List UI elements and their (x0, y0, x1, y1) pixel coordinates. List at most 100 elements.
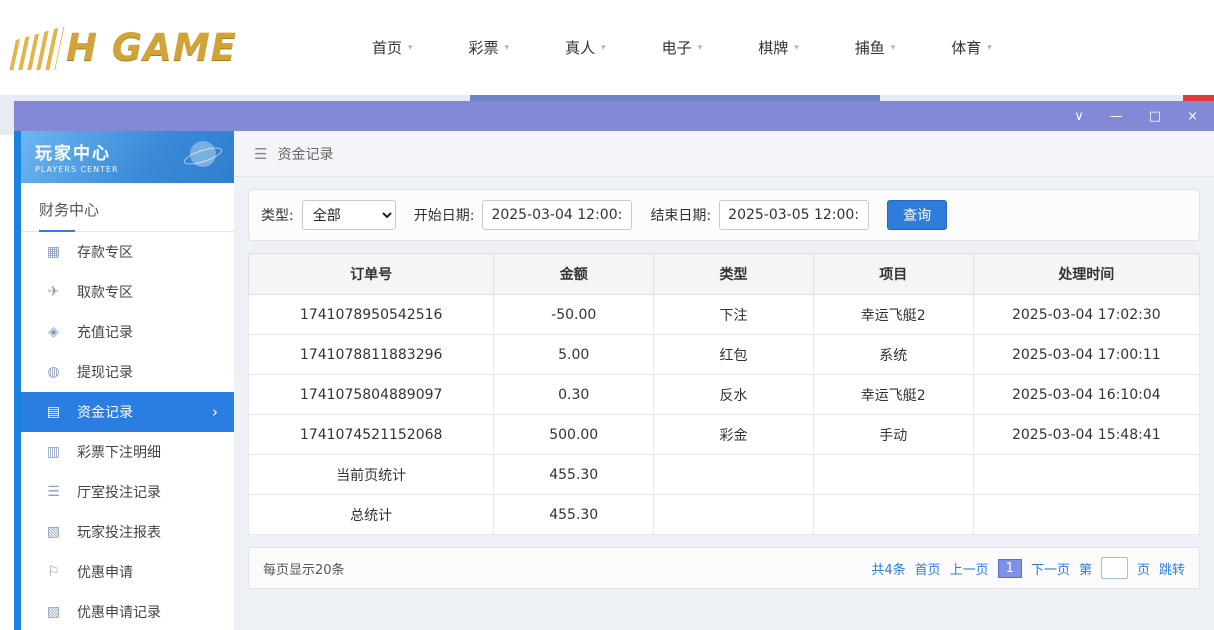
sidebar-item-label: 提现记录 (77, 362, 133, 382)
filter-bar: 类型: 全部 开始日期: 结束日期: 查询 (248, 189, 1200, 241)
sidebar-item-withdrawal-record[interactable]: ◍ 提现记录 (21, 352, 234, 392)
site-logo[interactable]: H GAME (14, 26, 314, 70)
type-select[interactable]: 全部 (302, 200, 396, 230)
sidebar-item-label: 厅室投注记录 (77, 482, 161, 502)
records-table: 订单号 金额 类型 项目 处理时间 1741078950542516 -50.0… (248, 253, 1200, 535)
collapse-icon[interactable]: ∨ (1074, 110, 1084, 123)
pagination-controls: 共4条 首页 上一页 1 下一页 第 页 跳转 (871, 557, 1185, 579)
sidebar-header: 玩家中心 PLAYERS CENTER (21, 131, 234, 183)
sidebar-item-player-bet-report[interactable]: ▧ 玩家投注报表 (21, 512, 234, 552)
table-row-page-summary: 当前页统计 455.30 (249, 455, 1200, 495)
planet-icon (190, 141, 216, 167)
nav-label: 真人 (565, 37, 595, 58)
chevron-down-icon: ▾ (698, 43, 703, 53)
sidebar-item-recharge-record[interactable]: ◈ 充值记录 (21, 312, 234, 352)
cell-order-no: 1741075804889097 (249, 375, 494, 415)
cell-summary-label: 当前页统计 (249, 455, 494, 495)
query-button[interactable]: 查询 (887, 200, 947, 230)
nav-item-cards[interactable]: 棋牌 ▾ (758, 37, 799, 58)
cell-order-no: 1741074521152068 (249, 415, 494, 455)
sidebar-item-label: 资金记录 (77, 402, 133, 422)
breadcrumb: ☰ 资金记录 (234, 131, 1214, 177)
nav-item-home[interactable]: 首页 ▾ (372, 37, 413, 58)
nav-label: 彩票 (469, 37, 499, 58)
end-date-label: 结束日期: (650, 205, 711, 225)
jump-suffix-label: 页 (1137, 559, 1150, 578)
table-row: 1741074521152068 500.00 彩金 手动 2025-03-04… (249, 415, 1200, 455)
sidebar-item-room-bet-record[interactable]: ☰ 厅室投注记录 (21, 472, 234, 512)
chevron-right-icon: › (212, 403, 218, 421)
cell-project: 幸运飞艇2 (813, 295, 973, 335)
pagination-bar: 每页显示20条 共4条 首页 上一页 1 下一页 第 页 跳转 (248, 547, 1200, 589)
first-page-link[interactable]: 首页 (915, 559, 941, 578)
sidebar-item-promo-apply-record[interactable]: ▨ 优惠申请记录 (21, 592, 234, 630)
cell-empty (813, 455, 973, 495)
end-date-input[interactable] (719, 200, 869, 230)
window-body: 玩家中心 PLAYERS CENTER 财务中心 ▦ 存款专区 ✈ 取款专区 ◈… (14, 131, 1214, 630)
table-header-row: 订单号 金额 类型 项目 处理时间 (249, 254, 1200, 295)
cell-summary-label: 总统计 (249, 495, 494, 535)
chevron-down-icon: ▾ (601, 43, 606, 53)
cell-empty (813, 495, 973, 535)
nav-item-fishing[interactable]: 捕鱼 ▾ (855, 37, 896, 58)
sidebar-subtitle: PLAYERS CENTER (35, 165, 220, 174)
page-jump-input[interactable] (1101, 557, 1128, 579)
sidebar-item-lottery-bet-detail[interactable]: ▥ 彩票下注明细 (21, 432, 234, 472)
sidebar: 玩家中心 PLAYERS CENTER 财务中心 ▦ 存款专区 ✈ 取款专区 ◈… (14, 131, 234, 630)
main-content: ☰ 资金记录 类型: 全部 开始日期: 结束日期: 查询 (234, 131, 1214, 630)
table-row-total-summary: 总统计 455.30 (249, 495, 1200, 535)
cell-amount: 500.00 (494, 415, 654, 455)
cell-time: 2025-03-04 15:48:41 (973, 415, 1199, 455)
chevron-down-icon: ▾ (987, 43, 992, 53)
sidebar-item-withdraw-zone[interactable]: ✈ 取款专区 (21, 272, 234, 312)
logo-bars-icon (9, 26, 64, 70)
content-area: 类型: 全部 开始日期: 结束日期: 查询 (234, 177, 1214, 630)
room-bet-record-icon: ☰ (45, 484, 62, 500)
table-row: 1741078950542516 -50.00 下注 幸运飞艇2 2025-03… (249, 295, 1200, 335)
nav-label: 捕鱼 (855, 37, 885, 58)
player-bet-report-icon: ▧ (45, 524, 62, 540)
hamburger-menu-icon[interactable]: ☰ (254, 145, 267, 163)
cell-time: 2025-03-04 17:02:30 (973, 295, 1199, 335)
records-table-panel: 订单号 金额 类型 项目 处理时间 1741078950542516 -50.0… (248, 253, 1200, 535)
sidebar-item-promo-apply[interactable]: ⚐ 优惠申请 (21, 552, 234, 592)
sidebar-item-label: 玩家投注报表 (77, 522, 161, 542)
cell-amount: -50.00 (494, 295, 654, 335)
current-page-button[interactable]: 1 (998, 559, 1022, 578)
start-date-input[interactable] (482, 200, 632, 230)
chevron-down-icon: ▾ (505, 43, 510, 53)
page-title: 资金记录 (277, 144, 333, 164)
cell-project: 手动 (813, 415, 973, 455)
sidebar-item-funds-record[interactable]: ▤ 资金记录 › (21, 392, 234, 432)
close-icon[interactable]: × (1187, 110, 1198, 123)
nav-item-lottery[interactable]: 彩票 ▾ (469, 37, 510, 58)
chevron-down-icon: ▾ (794, 43, 799, 53)
cell-order-no: 1741078811883296 (249, 335, 494, 375)
cell-time: 2025-03-04 17:00:11 (973, 335, 1199, 375)
jump-button[interactable]: 跳转 (1159, 559, 1185, 578)
maximize-icon[interactable]: □ (1149, 110, 1161, 123)
nav-item-live[interactable]: 真人 ▾ (565, 37, 606, 58)
cell-order-no: 1741078950542516 (249, 295, 494, 335)
total-count-text: 共4条 (871, 559, 905, 578)
type-label: 类型: (261, 205, 294, 225)
next-page-link[interactable]: 下一页 (1031, 559, 1070, 578)
window-titlebar: ∨ — □ × (14, 101, 1214, 131)
nav-item-sports[interactable]: 体育 ▾ (951, 37, 992, 58)
cell-type: 反水 (654, 375, 814, 415)
sidebar-item-deposit-zone[interactable]: ▦ 存款专区 (21, 232, 234, 272)
column-header-amount: 金额 (494, 254, 654, 295)
page-size-text: 每页显示20条 (263, 559, 345, 578)
promo-apply-icon: ⚐ (45, 564, 62, 580)
funds-record-icon: ▤ (45, 404, 62, 420)
nav-label: 首页 (372, 37, 402, 58)
recharge-record-icon: ◈ (45, 324, 62, 340)
sidebar-menu: ▦ 存款专区 ✈ 取款专区 ◈ 充值记录 ◍ 提现记录 ▤ 资金记录 (21, 232, 234, 630)
promo-apply-record-icon: ▨ (45, 604, 62, 620)
minimize-icon[interactable]: — (1110, 110, 1123, 123)
prev-page-link[interactable]: 上一页 (950, 559, 989, 578)
chevron-down-icon: ▾ (891, 43, 896, 53)
nav-label: 棋牌 (758, 37, 788, 58)
nav-item-slots[interactable]: 电子 ▾ (662, 37, 703, 58)
column-header-project: 项目 (813, 254, 973, 295)
